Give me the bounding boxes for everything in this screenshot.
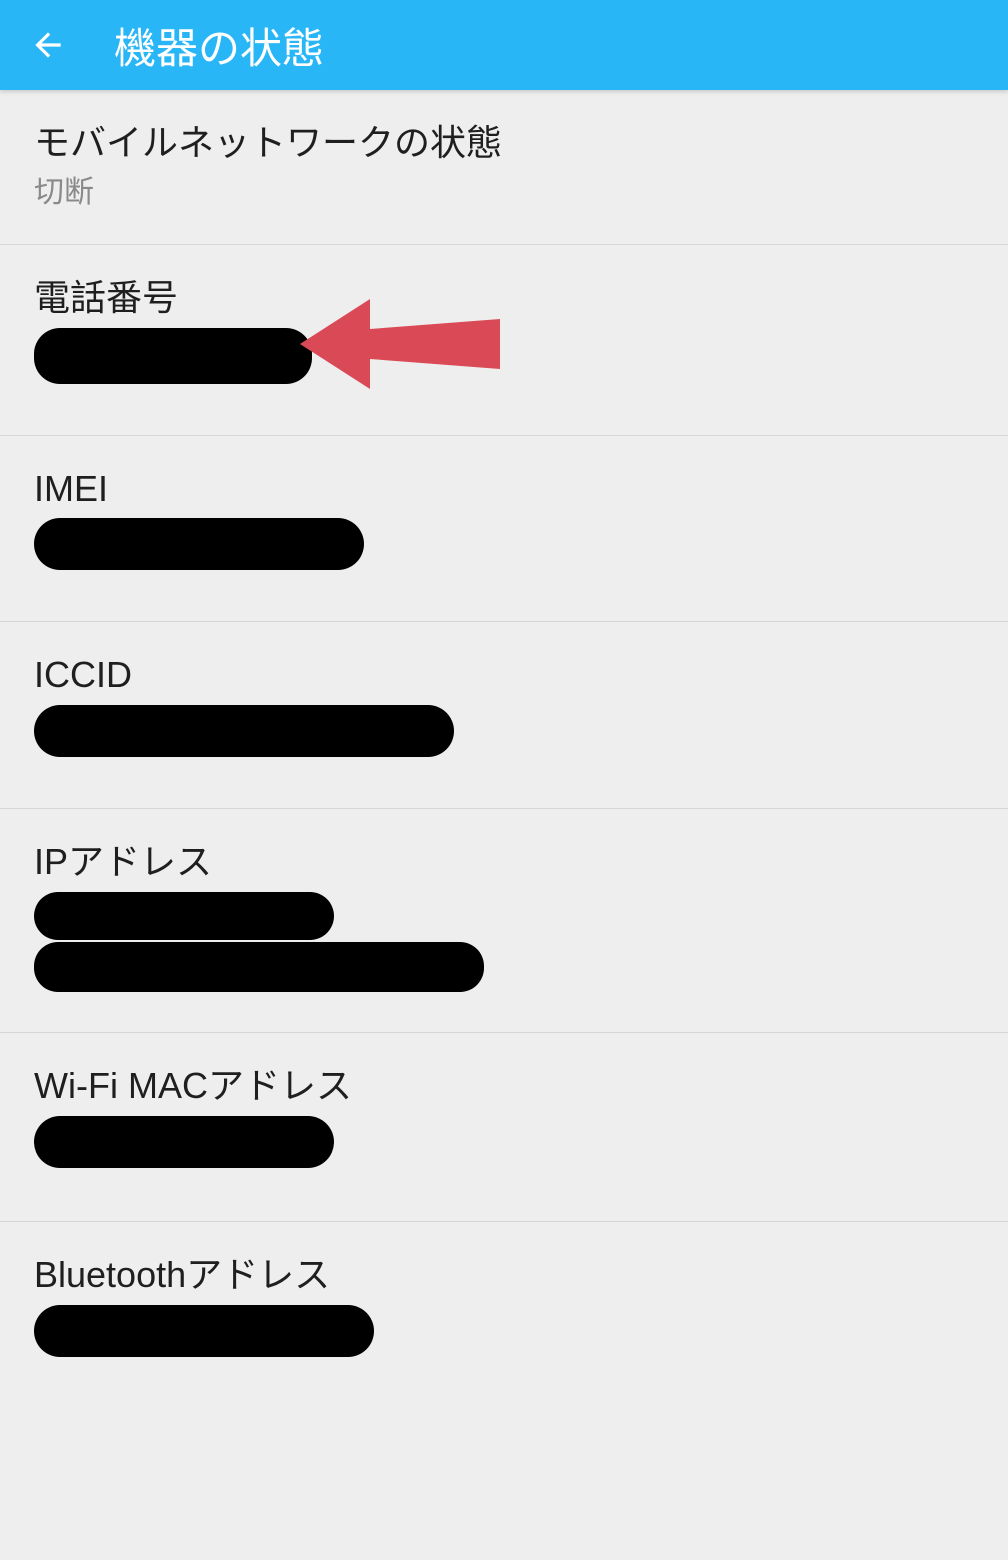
redacted-value <box>34 518 974 575</box>
redacted-value <box>34 705 974 762</box>
row-label: IPアドレス <box>34 839 974 886</box>
row-ip-address[interactable]: IPアドレス <box>0 809 1008 1033</box>
row-iccid[interactable]: ICCID <box>0 622 1008 809</box>
redacted-value <box>34 328 974 389</box>
row-label: Bluetoothアドレス <box>34 1252 974 1299</box>
page-title: 機器の状態 <box>114 15 324 76</box>
back-arrow-icon[interactable] <box>28 25 68 65</box>
row-label: ICCID <box>34 652 974 699</box>
row-mobile-network-status[interactable]: モバイルネットワークの状態 切断 <box>0 90 1008 245</box>
row-wifi-mac[interactable]: Wi-Fi MACアドレス <box>0 1033 1008 1222</box>
app-bar: 機器の状態 <box>0 0 1008 90</box>
redacted-value <box>34 892 974 992</box>
row-phone-number[interactable]: 電話番号 <box>0 245 1008 436</box>
status-list: モバイルネットワークの状態 切断 電話番号 IMEI ICCID IPアドレス … <box>0 90 1008 1394</box>
row-bluetooth[interactable]: Bluetoothアドレス <box>0 1222 1008 1394</box>
row-label: Wi-Fi MACアドレス <box>34 1063 974 1110</box>
redacted-value <box>34 1305 974 1362</box>
row-value: 切断 <box>34 173 974 212</box>
row-label: IMEI <box>34 466 974 513</box>
row-imei[interactable]: IMEI <box>0 436 1008 623</box>
row-label: モバイルネットワークの状態 <box>34 120 974 167</box>
redacted-value <box>34 1116 974 1173</box>
row-label: 電話番号 <box>34 275 974 322</box>
